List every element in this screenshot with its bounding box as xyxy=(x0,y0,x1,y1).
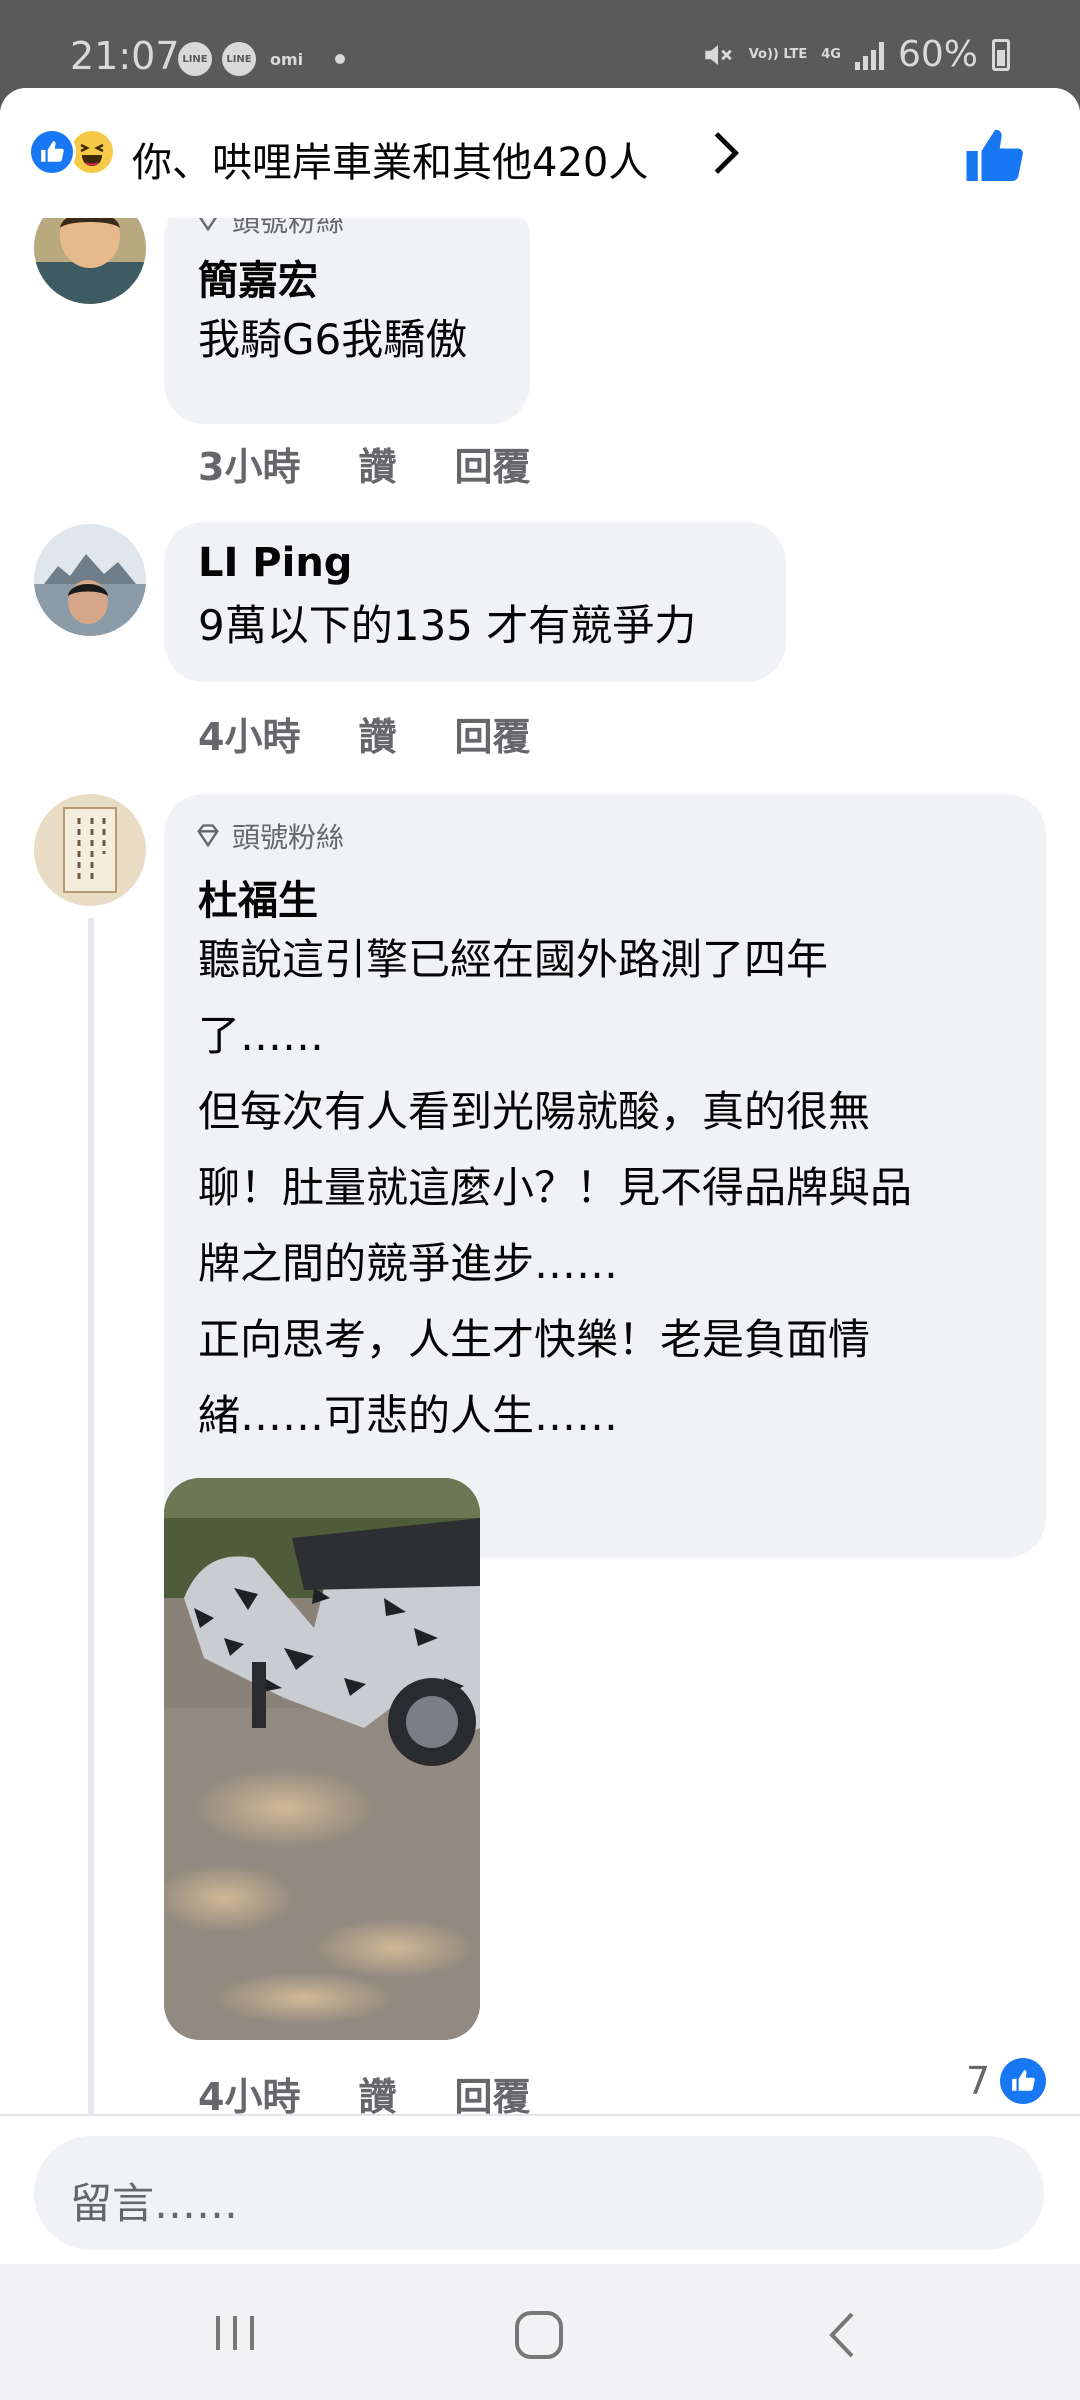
comment-text-line: 但每次有人看到光陽就酸，真的很無 xyxy=(198,1087,871,1136)
signal-icon xyxy=(854,40,884,70)
reply-link[interactable]: 回覆 xyxy=(454,706,530,761)
reply-link[interactable]: 回覆 xyxy=(454,436,530,491)
reactions-summary[interactable]: 你、哄哩岸車業和其他420人 xyxy=(132,130,648,188)
comment-text: 聽說這引擎已經在國外路測了四年 了…… 但每次有人看到光陽就酸，真的很無 聊！肚… xyxy=(198,922,1028,1454)
comment-text-line: 了…… xyxy=(198,1011,325,1060)
network-type: 4G xyxy=(821,46,841,62)
comment-text: 9萬以下的135 才有競爭力 xyxy=(198,601,697,650)
line-app-icon: LINE xyxy=(178,42,212,76)
mute-icon xyxy=(704,44,732,65)
like-link[interactable]: 讚 xyxy=(358,706,396,761)
badge-label: 頭號粉絲 xyxy=(232,821,345,854)
recent-apps-icon[interactable] xyxy=(210,2308,260,2358)
volte-indicator: Vo)) LTE xyxy=(748,46,808,62)
notification-icons: LINE LINE omi xyxy=(178,42,346,76)
like-count-icon xyxy=(1000,2058,1047,2104)
top-fan-badge: 頭號粉絲 xyxy=(194,816,344,856)
comment-input[interactable]: 留言…… xyxy=(34,2136,1044,2250)
comment-text-line: 緒……可悲的人生…… xyxy=(198,1391,619,1440)
comment-text-line: 聽說這引擎已經在國外路測了四年 xyxy=(198,935,829,984)
reply-link[interactable]: 回覆 xyxy=(454,2066,530,2121)
more-notifications-dot xyxy=(335,54,346,64)
diamond-icon xyxy=(197,824,219,848)
like-link[interactable]: 讚 xyxy=(358,2066,396,2121)
comment-text-line: 牌之間的競爭進步…… xyxy=(198,1239,619,1288)
comment-input-placeholder: 留言…… xyxy=(70,2179,239,2228)
battery-icon xyxy=(992,38,1010,71)
comment-text-line: 正向思考，人生才快樂！老是負面情 xyxy=(198,1315,871,1364)
chevron-right-icon[interactable] xyxy=(708,128,744,178)
reactions-header[interactable]: 你、哄哩岸車業和其他420人 xyxy=(0,88,1080,218)
comment-actions: 4小時 讚 回覆 xyxy=(198,2066,530,2121)
like-count-value: 7 xyxy=(966,2059,991,2103)
comment-actions: 3小時 讚 回覆 xyxy=(198,436,530,491)
reaction-icons xyxy=(28,128,116,176)
comment-author[interactable]: 杜福生 xyxy=(198,868,318,926)
comment-like-count[interactable]: 7 xyxy=(966,2058,1047,2104)
omi-app-icon: omi xyxy=(270,49,304,69)
comment-bubble[interactable]: 頭號粉絲 簡嘉宏 我騎G6我驕傲 xyxy=(164,198,530,424)
like-thumb-icon[interactable] xyxy=(964,126,1024,186)
comment-time: 3小時 xyxy=(198,445,301,489)
like-link[interactable]: 讚 xyxy=(358,436,396,491)
comment-bubble[interactable]: 頭號粉絲 杜福生 聽說這引擎已經在國外路測了四年 了…… 但每次有人看到光陽就酸… xyxy=(164,794,1046,1558)
comments-sheet: 你、哄哩岸車業和其他420人 頭號粉絲 簡嘉宏 我騎G6我驕傲 3小時 讚 回覆 xyxy=(0,88,1080,2264)
comment-composer-bar: 留言…… xyxy=(0,2114,1080,2264)
avatar[interactable] xyxy=(34,524,146,636)
line-app-icon: LINE xyxy=(222,42,256,76)
battery-percent: 60% xyxy=(897,34,978,75)
avatar[interactable] xyxy=(34,794,146,906)
comment-author[interactable]: 簡嘉宏 xyxy=(198,248,318,306)
comment-time: 4小時 xyxy=(198,2075,301,2119)
back-icon[interactable] xyxy=(822,2308,862,2362)
thread-line xyxy=(88,918,94,2138)
status-time: 21:07 xyxy=(70,34,180,78)
comment-bubble[interactable]: LI Ping 9萬以下的135 才有競爭力 xyxy=(164,522,786,682)
system-nav-bar xyxy=(0,2264,1080,2400)
comment-text-line: 聊！肚量就這麼小？！見不得品牌與品 xyxy=(198,1163,913,1212)
home-icon[interactable] xyxy=(512,2308,566,2362)
comment-time: 4小時 xyxy=(198,715,301,759)
like-reaction-icon xyxy=(28,128,76,176)
comment-actions: 4小時 讚 回覆 xyxy=(198,706,530,761)
comment-text: 我騎G6我驕傲 xyxy=(198,315,468,364)
comment-photo[interactable] xyxy=(164,1478,480,2040)
comment-author[interactable]: LI Ping xyxy=(198,540,352,586)
status-indicators: Vo)) LTE 4G 60% xyxy=(701,34,1010,75)
